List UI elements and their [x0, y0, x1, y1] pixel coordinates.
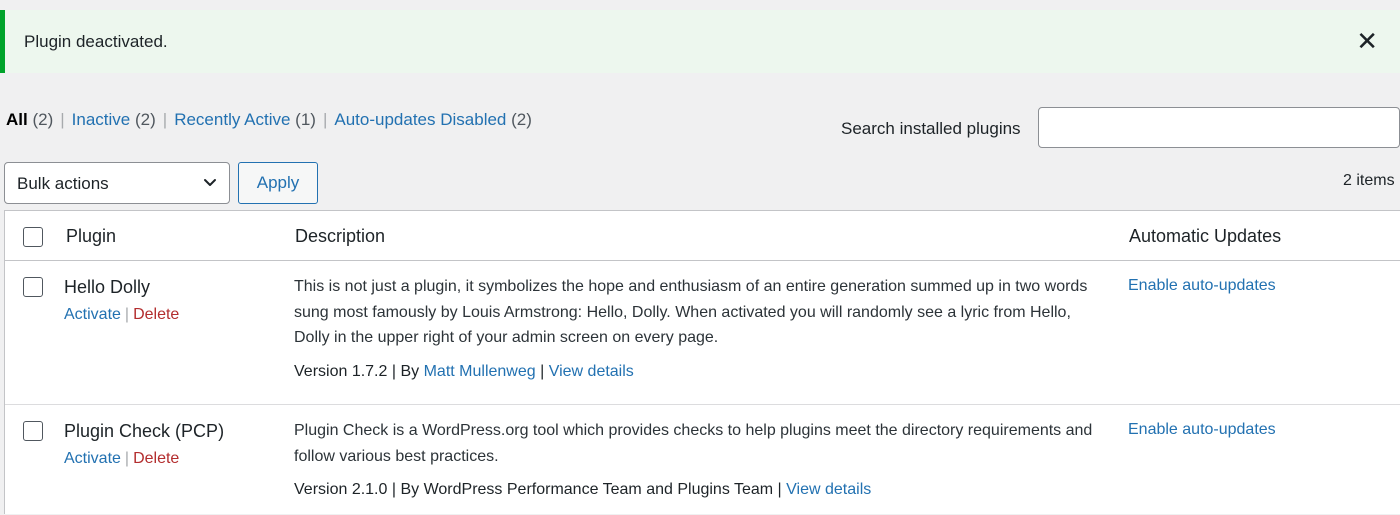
by-label: By — [400, 481, 420, 498]
filter-inactive[interactable]: Inactive (2) — [72, 110, 156, 129]
meta-separator: | — [391, 481, 397, 498]
table-row: Plugin Check (PCP) Activate | Delete Plugi… — [5, 405, 1400, 515]
filter-recently-active[interactable]: Recently Active (1) — [174, 110, 316, 129]
view-details-link[interactable]: View details — [786, 481, 871, 498]
column-header-automatic-updates: Automatic Updates — [1129, 226, 1282, 246]
filter-separator: | — [322, 110, 328, 129]
column-header-plugin[interactable]: Plugin — [66, 226, 116, 247]
plugin-author: WordPress Performance Team and Plugins T… — [423, 481, 774, 498]
plugin-version: Version 1.7.2 — [294, 363, 388, 380]
action-separator: | — [124, 450, 130, 467]
filter-all-label[interactable]: All — [6, 110, 28, 129]
plugin-name: Plugin Check (PCP) — [64, 421, 225, 441]
action-separator: | — [124, 306, 130, 323]
meta-separator: | — [391, 363, 397, 380]
search-input[interactable] — [1038, 107, 1400, 148]
filter-separator: | — [162, 110, 168, 129]
row-actions: Activate | Delete — [64, 450, 179, 468]
plugin-version: Version 2.1.0 — [294, 481, 388, 498]
filter-separator: | — [60, 110, 65, 129]
plugin-description: This is not just a plugin, it symbolizes… — [294, 278, 1088, 346]
select-all-checkbox[interactable] — [23, 227, 43, 247]
bulk-actions-select[interactable]: Bulk actions — [4, 162, 230, 204]
enable-auto-updates-link[interactable]: Enable auto-updates — [1128, 277, 1276, 295]
filter-inactive-label[interactable]: Inactive — [72, 110, 131, 129]
row-checkbox[interactable] — [23, 277, 43, 297]
apply-button[interactable]: Apply — [238, 162, 318, 204]
plugin-status-filters: All (2) | Inactive (2) | Recently Active (1)… — [6, 110, 532, 130]
column-header-description: Description — [295, 226, 386, 246]
close-icon[interactable]: ✕ — [1356, 28, 1378, 54]
search-label: Search installed plugins — [841, 119, 1021, 138]
by-label: By — [400, 363, 420, 380]
filter-auto-updates-disabled-count: (2) — [511, 110, 532, 129]
row-checkbox[interactable] — [23, 421, 43, 441]
filter-auto-updates-disabled[interactable]: Auto-updates Disabled (2) — [334, 110, 532, 129]
bulk-actions-selected: Bulk actions — [17, 174, 109, 193]
activate-link[interactable]: Activate — [64, 306, 121, 323]
author-link[interactable]: Matt Mullenweg — [424, 363, 536, 380]
plugin-meta: Version 1.7.2 | By Matt Mullenweg | View… — [294, 363, 634, 381]
filter-all-count: (2) — [32, 110, 54, 129]
plugin-name: Hello Dolly — [64, 277, 151, 297]
enable-auto-updates-link[interactable]: Enable auto-updates — [1128, 421, 1276, 439]
row-actions: Activate | Delete — [64, 306, 179, 324]
table-header: Plugin Description Automatic Updates — [5, 211, 1400, 261]
filter-auto-updates-disabled-label[interactable]: Auto-updates Disabled — [334, 110, 506, 129]
plugins-table: Plugin Description Automatic Updates Hel… — [4, 210, 1400, 514]
meta-separator: | — [540, 363, 545, 380]
filter-inactive-count: (2) — [135, 110, 156, 129]
plugin-meta: Version 2.1.0 | By WordPress Performance… — [294, 481, 871, 499]
admin-top-strip — [0, 0, 1400, 10]
delete-link[interactable]: Delete — [133, 306, 179, 323]
filter-all[interactable]: All (2) — [6, 110, 53, 129]
view-details-link[interactable]: View details — [549, 363, 634, 380]
table-row: Hello Dolly Activate | Delete This is not … — [5, 261, 1400, 405]
filter-recently-active-label[interactable]: Recently Active — [174, 110, 290, 129]
items-count: 2 items — [1343, 172, 1395, 189]
notice-message: Plugin deactivated. — [24, 32, 168, 51]
success-notice: Plugin deactivated. ✕ — [0, 10, 1400, 73]
delete-link[interactable]: Delete — [133, 450, 179, 467]
filter-recently-active-count: (1) — [295, 110, 316, 129]
activate-link[interactable]: Activate — [64, 450, 121, 467]
chevron-down-icon — [204, 179, 216, 186]
plugin-description: Plugin Check is a WordPress.org tool whi… — [294, 422, 1093, 465]
meta-separator: | — [777, 481, 782, 498]
